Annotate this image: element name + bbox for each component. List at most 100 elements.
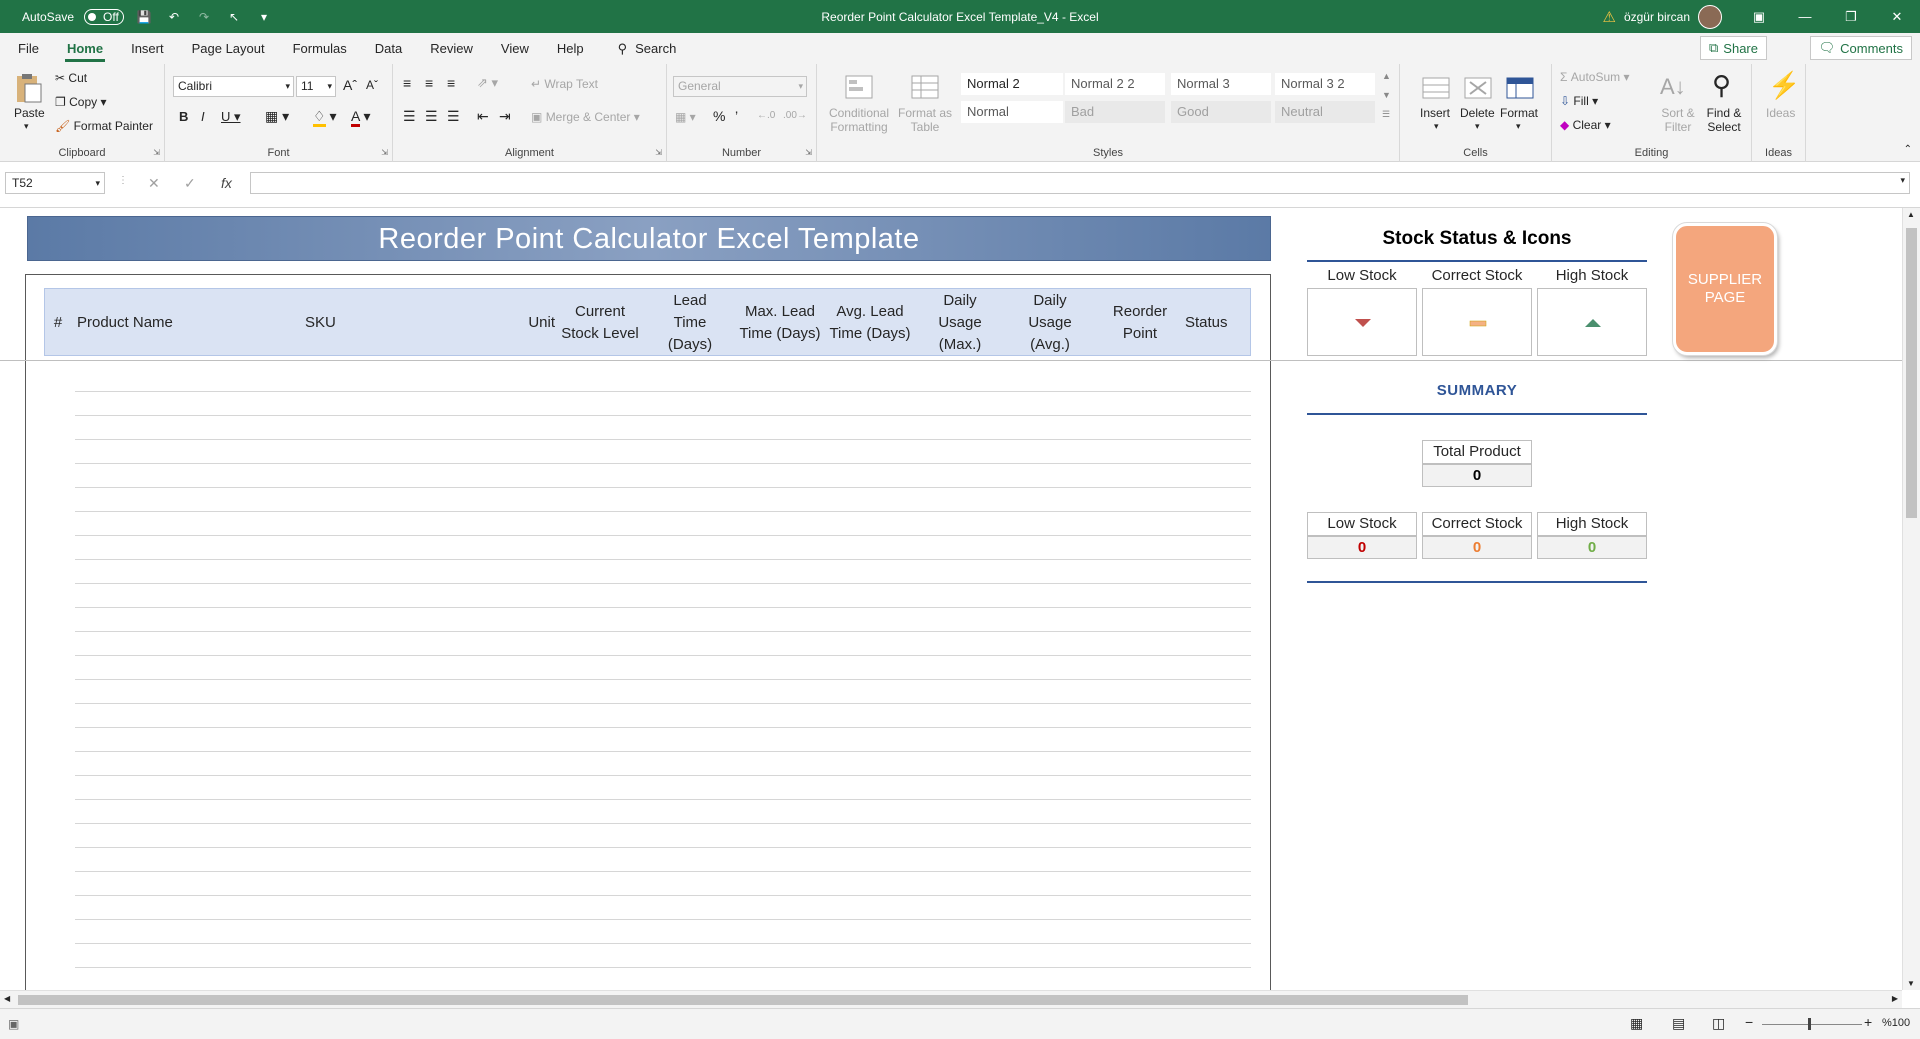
- format-cells-icon[interactable]: [1504, 72, 1536, 104]
- summary-correct-label[interactable]: Correct Stock: [1422, 512, 1532, 536]
- paste-button[interactable]: Paste: [14, 106, 45, 120]
- find-select-button[interactable]: Find & Select: [1700, 106, 1748, 134]
- table-row[interactable]: [75, 535, 1251, 536]
- style-normal[interactable]: Normal: [961, 101, 1063, 123]
- zoom-slider-thumb[interactable]: [1808, 1018, 1811, 1030]
- legend-low-box[interactable]: [1307, 288, 1417, 356]
- close-icon[interactable]: ✕: [1874, 0, 1920, 33]
- col-lead-time[interactable]: Lead Time (Days): [645, 289, 735, 357]
- save-icon[interactable]: 💾: [134, 10, 154, 24]
- autosave-toggle[interactable]: Off: [84, 8, 125, 25]
- restore-icon[interactable]: ❐: [1828, 0, 1874, 33]
- table-row[interactable]: [75, 943, 1251, 944]
- avatar[interactable]: [1698, 4, 1722, 29]
- legend-correct-box[interactable]: [1422, 288, 1532, 356]
- style-normal-2-2[interactable]: Normal 2 2: [1065, 73, 1165, 95]
- font-name-select[interactable]: Calibri ▾: [173, 76, 294, 97]
- share-button[interactable]: ⧉ Share: [1700, 36, 1767, 60]
- tab-file[interactable]: File: [4, 33, 53, 64]
- table-row[interactable]: [75, 847, 1251, 848]
- worksheet[interactable]: Reorder Point Calculator Excel Template …: [0, 208, 1902, 990]
- conditional-formatting-button[interactable]: Conditional Formatting: [825, 106, 893, 134]
- summary-correct-value[interactable]: 0: [1422, 536, 1532, 559]
- col-unit[interactable]: Unit: [445, 289, 555, 357]
- style-normal-3-2[interactable]: Normal 3 2: [1275, 73, 1375, 95]
- summary-low-label[interactable]: Low Stock: [1307, 512, 1417, 536]
- col-daily-usage-avg[interactable]: Daily Usage (Avg.): [1005, 289, 1095, 357]
- ideas-button[interactable]: Ideas: [1766, 106, 1795, 120]
- table-row[interactable]: [75, 511, 1251, 512]
- style-good[interactable]: Good: [1171, 101, 1271, 123]
- page-break-view-icon[interactable]: ◫: [1712, 1015, 1725, 1032]
- table-row[interactable]: [75, 391, 1251, 392]
- style-normal-2[interactable]: Normal 2: [961, 73, 1063, 95]
- horizontal-scrollbar[interactable]: ◀ ▶: [0, 990, 1902, 1008]
- wrap-text-button[interactable]: ↵ Wrap Text: [531, 77, 598, 91]
- decrease-decimal-icon[interactable]: .00→: [783, 110, 807, 121]
- tab-view[interactable]: View: [487, 33, 543, 64]
- find-select-icon[interactable]: ⚲: [1712, 70, 1731, 101]
- zoom-level[interactable]: %100: [1882, 1017, 1910, 1029]
- clipboard-launcher-icon[interactable]: ⇲: [153, 148, 160, 157]
- legend-correct-label[interactable]: Correct Stock: [1422, 267, 1532, 284]
- warning-icon[interactable]: ⚠: [1603, 8, 1616, 26]
- table-row[interactable]: [75, 919, 1251, 920]
- ideas-icon[interactable]: ⚡: [1768, 70, 1800, 101]
- insert-function-icon[interactable]: fx: [221, 175, 232, 191]
- table-row[interactable]: [75, 631, 1251, 632]
- style-bad[interactable]: Bad: [1065, 101, 1165, 123]
- tab-insert[interactable]: Insert: [117, 33, 178, 64]
- horizontal-scroll-thumb[interactable]: [18, 995, 1468, 1005]
- supplier-page-button[interactable]: SUPPLIER PAGE: [1673, 223, 1777, 355]
- user-name[interactable]: özgür bircan: [1624, 10, 1690, 24]
- cancel-entry-icon[interactable]: ✕: [148, 175, 160, 192]
- comments-button[interactable]: 🗨 Comments: [1809, 36, 1912, 60]
- summary-high-label[interactable]: High Stock: [1537, 512, 1647, 536]
- percent-icon[interactable]: %: [713, 108, 725, 124]
- bold-icon[interactable]: B: [179, 109, 188, 124]
- ribbon-display-icon[interactable]: ▣: [1736, 0, 1782, 33]
- scroll-right-icon[interactable]: ▶: [1892, 994, 1898, 1003]
- copy-button[interactable]: ❐ Copy ▾: [55, 95, 106, 109]
- sort-filter-button[interactable]: Sort & Filter: [1656, 106, 1700, 134]
- grow-font-icon[interactable]: Aˆ: [343, 77, 357, 93]
- align-center-icon[interactable]: ☰: [425, 108, 438, 125]
- banner-title[interactable]: Reorder Point Calculator Excel Template: [27, 216, 1271, 261]
- normal-view-icon[interactable]: ▦: [1630, 1015, 1643, 1032]
- total-product-value[interactable]: 0: [1422, 464, 1532, 487]
- zoom-in-icon[interactable]: +: [1864, 1014, 1872, 1030]
- orientation-icon[interactable]: ⇗ ▾: [477, 75, 498, 91]
- number-format-select[interactable]: General ▾: [673, 76, 807, 97]
- number-launcher-icon[interactable]: ⇲: [805, 148, 812, 157]
- font-size-select[interactable]: 11 ▾: [296, 76, 336, 97]
- scroll-left-icon[interactable]: ◀: [4, 994, 10, 1003]
- search-box[interactable]: ⚲ Search: [618, 41, 677, 57]
- delete-cells-button[interactable]: Delete: [1460, 106, 1495, 120]
- stock-status-title[interactable]: Stock Status & Icons: [1307, 228, 1647, 250]
- italic-icon[interactable]: I: [201, 109, 205, 124]
- paste-dropdown-icon[interactable]: ▾: [24, 121, 29, 132]
- summary-low-value[interactable]: 0: [1307, 536, 1417, 559]
- align-right-icon[interactable]: ☰: [447, 108, 460, 125]
- table-row[interactable]: [75, 607, 1251, 608]
- table-row[interactable]: [75, 823, 1251, 824]
- accounting-icon[interactable]: ▦ ▾: [675, 110, 696, 124]
- borders-icon[interactable]: ▦ ▾: [265, 108, 289, 125]
- summary-high-value[interactable]: 0: [1537, 536, 1647, 559]
- align-middle-icon[interactable]: ≡: [425, 75, 433, 91]
- align-top-icon[interactable]: ≡: [403, 75, 411, 91]
- legend-high-box[interactable]: [1537, 288, 1647, 356]
- table-row[interactable]: [75, 799, 1251, 800]
- clear-button[interactable]: ◆ Clear ▾: [1560, 118, 1611, 132]
- paste-icon[interactable]: [12, 72, 44, 104]
- font-launcher-icon[interactable]: ⇲: [381, 148, 388, 157]
- decrease-indent-icon[interactable]: ⇤: [477, 108, 489, 125]
- legend-high-label[interactable]: High Stock: [1537, 267, 1647, 284]
- alignment-launcher-icon[interactable]: ⇲: [655, 148, 662, 157]
- styles-more-icon[interactable]: ☰: [1382, 109, 1390, 120]
- touch-mode-icon[interactable]: ↖: [224, 10, 244, 24]
- name-box[interactable]: T52 ▾: [5, 172, 105, 194]
- align-left-icon[interactable]: ☰: [403, 108, 416, 125]
- table-row[interactable]: [75, 439, 1251, 440]
- minimize-icon[interactable]: —: [1782, 0, 1828, 33]
